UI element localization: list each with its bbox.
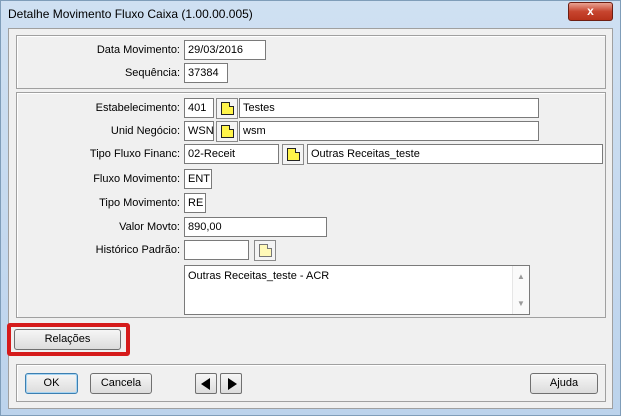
estabelecimento-label: Estabelecimento: bbox=[95, 102, 180, 114]
estabelecimento-description-field: Testes bbox=[239, 98, 539, 118]
sequencia-label: Sequência: bbox=[124, 67, 180, 79]
dialog-window: Detalhe Movimento Fluxo Caixa (1.00.00.0… bbox=[0, 0, 621, 416]
fluxo-movimento-label: Fluxo Movimento: bbox=[93, 173, 180, 185]
zoom-icon bbox=[221, 125, 234, 138]
ajuda-button[interactable]: Ajuda bbox=[530, 373, 598, 394]
zoom-icon bbox=[221, 102, 234, 115]
historico-textarea[interactable]: Outras Receitas_teste - ACR ▲ ▼ bbox=[184, 265, 530, 315]
data-movimento-label: Data Movimento: bbox=[96, 44, 180, 56]
previous-button[interactable] bbox=[195, 373, 217, 394]
historico-scrollbar[interactable]: ▲ ▼ bbox=[512, 266, 529, 314]
tipo-movimento-label: Tipo Movimento: bbox=[99, 197, 180, 209]
data-movimento-field[interactable]: 29/03/2016 bbox=[184, 40, 266, 60]
sequencia-field[interactable]: 37384 bbox=[184, 63, 228, 83]
historico-padrao-zoom-button[interactable] bbox=[254, 240, 276, 261]
estabelecimento-zoom-button[interactable] bbox=[216, 98, 238, 119]
valor-movto-field[interactable]: 890,00 bbox=[184, 217, 327, 237]
cancela-button[interactable]: Cancela bbox=[90, 373, 152, 394]
unid-negocio-description-field: wsm bbox=[239, 121, 539, 141]
relacoes-button[interactable]: Relações bbox=[14, 329, 121, 350]
unid-negocio-zoom-button[interactable] bbox=[216, 121, 238, 142]
next-icon bbox=[228, 378, 237, 390]
valor-movto-label: Valor Movto: bbox=[119, 221, 180, 233]
tipo-fluxo-description-field: Outras Receitas_teste bbox=[307, 144, 603, 164]
header-group: Data Movimento: 29/03/2016 Sequência: 37… bbox=[16, 35, 606, 89]
tipo-fluxo-code-field[interactable]: 02-Receit bbox=[184, 144, 279, 164]
historico-text: Outras Receitas_teste - ACR bbox=[188, 270, 330, 282]
tipo-fluxo-zoom-button[interactable] bbox=[282, 144, 304, 165]
unid-negocio-code-field[interactable]: WSN bbox=[184, 121, 214, 141]
tipo-fluxo-label: Tipo Fluxo Financ: bbox=[89, 148, 180, 160]
zoom-icon bbox=[259, 244, 272, 257]
historico-padrao-label: Histórico Padrão: bbox=[95, 244, 180, 256]
unid-negocio-label: Unid Negócio: bbox=[110, 125, 180, 137]
close-button[interactable]: x bbox=[568, 2, 613, 21]
historico-padrao-field[interactable] bbox=[184, 240, 249, 260]
window-title: Detalhe Movimento Fluxo Caixa (1.00.00.0… bbox=[8, 7, 253, 21]
tipo-movimento-field[interactable]: RE bbox=[184, 193, 206, 213]
title-bar: Detalhe Movimento Fluxo Caixa (1.00.00.0… bbox=[1, 1, 620, 28]
zoom-icon bbox=[287, 148, 300, 161]
fluxo-movimento-field[interactable]: ENT bbox=[184, 169, 212, 189]
scroll-down-icon[interactable]: ▼ bbox=[513, 299, 529, 308]
next-button[interactable] bbox=[220, 373, 242, 394]
scroll-up-icon[interactable]: ▲ bbox=[513, 272, 529, 281]
dialog-body: Data Movimento: 29/03/2016 Sequência: 37… bbox=[7, 28, 613, 409]
ok-button[interactable]: OK bbox=[25, 373, 78, 394]
bottom-bar: OK Cancela Ajuda bbox=[16, 364, 606, 402]
estabelecimento-code-field[interactable]: 401 bbox=[184, 98, 214, 118]
details-group: Estabelecimento: 401 Testes Unid Negócio… bbox=[16, 92, 606, 318]
previous-icon bbox=[201, 378, 210, 390]
